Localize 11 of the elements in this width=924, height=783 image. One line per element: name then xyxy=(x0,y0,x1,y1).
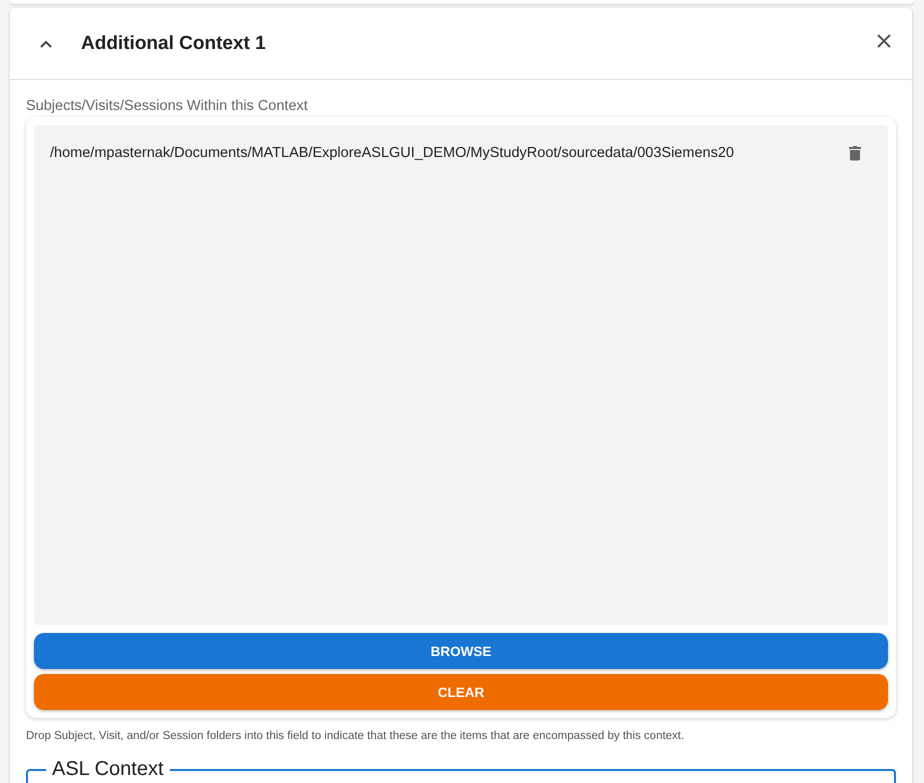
field-label: Subjects/Visits/Sessions Within this Context xyxy=(26,98,309,114)
panel-title: Additional Context 1 xyxy=(81,32,267,54)
helper-text: Drop Subject, Visit, and/or Session folders into this field to indicate that these are the items that are encompassed by this context. xyxy=(26,730,686,742)
browse-button[interactable]: BROWSE xyxy=(34,633,888,669)
trash-icon xyxy=(848,145,862,161)
file-path: /home/mpasternak/Documents/MATLAB/ExploreASLGUI_DEMO/MyStudyRoot/sourcedata/003Siemens20 xyxy=(50,145,735,161)
delete-button[interactable] xyxy=(848,145,862,161)
chevron-icon xyxy=(39,38,53,48)
section-legend: ASL Context xyxy=(46,758,170,781)
clear-button[interactable]: CLEAR xyxy=(34,674,888,710)
close-icon xyxy=(876,32,892,48)
